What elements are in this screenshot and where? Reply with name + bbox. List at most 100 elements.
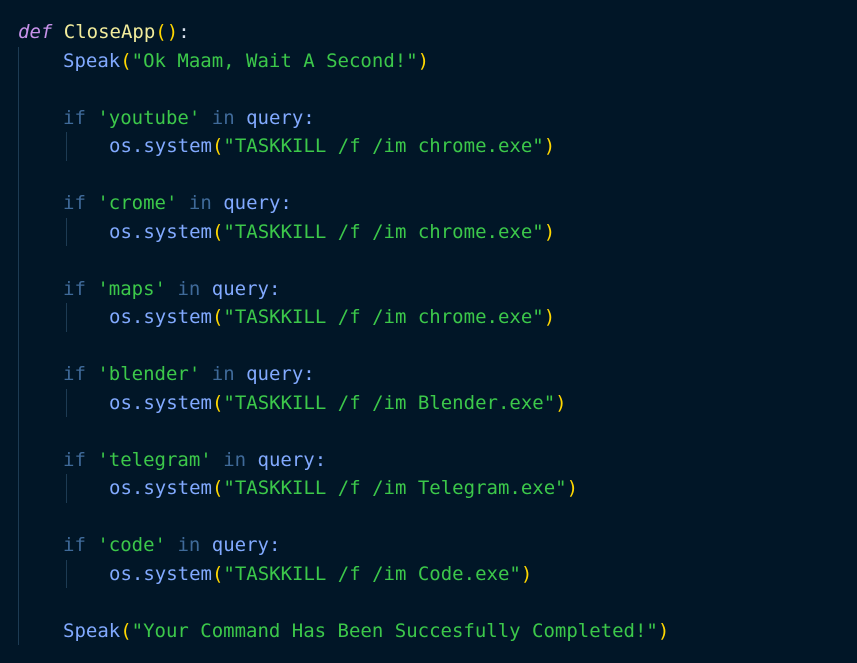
speak-start-string: "Ok Maam, Wait A Second!" [131, 49, 418, 72]
if-keyword: if [63, 106, 86, 129]
indent-guide [66, 303, 67, 332]
code-line-if: if 'blender' in query: [0, 360, 857, 389]
os-system-call: os.system [109, 135, 212, 157]
paren-open: ( [211, 306, 224, 328]
indent-guide [18, 445, 19, 474]
paren-close: ) [657, 619, 670, 642]
if-keyword: if [63, 277, 86, 300]
code-line-os-system: os.system("TASKKILL /f /im chrome.exe") [0, 132, 857, 161]
indent-guide [18, 588, 19, 617]
indent-guide [18, 132, 19, 161]
os-system-call: os.system [109, 220, 212, 243]
if-key-string: 'crome' [97, 192, 178, 214]
paren-open: ( [211, 391, 224, 414]
blank-line [0, 160, 857, 189]
indent-guide [18, 531, 19, 560]
indent-guide [18, 103, 19, 132]
speak-call: Speak [63, 49, 121, 72]
if-key-string: 'code' [97, 534, 166, 556]
in-keyword: in [211, 106, 235, 129]
query-var: query [211, 277, 269, 300]
code-editor[interactable]: def CloseApp(): Speak("Ok Maam, Wait A S… [0, 0, 857, 663]
taskkill-string: "TASKKILL /f /im Telegram.exe" [223, 477, 567, 499]
indent-guide [18, 217, 19, 246]
in-keyword: in [188, 192, 212, 214]
indent-guide [66, 132, 67, 161]
os-system-call: os.system [109, 477, 212, 499]
code-line-os-system: os.system("TASKKILL /f /im chrome.exe") [0, 303, 857, 332]
paren-open: ( [211, 562, 224, 585]
indent-guide [66, 474, 67, 503]
code-line-if: if 'crome' in query: [0, 189, 857, 218]
os-system-call: os.system [109, 562, 212, 585]
indent-guide [18, 246, 19, 275]
blank-line [0, 502, 857, 531]
blank-line [0, 331, 857, 360]
paren-open: ( [211, 135, 224, 157]
query-var: query [246, 106, 304, 129]
speak-call: Speak [63, 619, 121, 642]
indent-guide [18, 160, 19, 189]
paren-open: ( [211, 220, 224, 243]
code-line-if: if 'telegram' in query: [0, 445, 857, 474]
in-keyword: in [177, 534, 201, 556]
colon: : [303, 363, 315, 385]
speak-end-string: "Your Command Has Been Succesfully Compl… [131, 619, 658, 642]
paren-close: ) [166, 21, 179, 43]
paren-close: ) [543, 220, 556, 243]
indent-guide [18, 331, 19, 360]
taskkill-string: "TASKKILL /f /im chrome.exe" [223, 306, 544, 328]
paren-close: ) [543, 135, 556, 157]
colon: : [268, 534, 281, 556]
indent-guide [66, 388, 67, 417]
if-key-string: 'telegram' [97, 448, 212, 471]
indent-guide [18, 303, 19, 332]
indent-guide [18, 388, 19, 417]
query-var: query [211, 534, 269, 556]
in-keyword: in [223, 448, 247, 471]
indent-guide [18, 75, 19, 104]
paren-close: ) [543, 306, 556, 328]
colon: : [268, 277, 281, 300]
colon: : [280, 192, 292, 214]
if-keyword: if [63, 448, 86, 471]
taskkill-string: "TASKKILL /f /im Code.exe" [223, 562, 521, 585]
in-keyword: in [177, 277, 201, 300]
code-line-if: if 'maps' in query: [0, 274, 857, 303]
indent-guide [18, 474, 19, 503]
blank-line [0, 75, 857, 104]
paren-open: ( [155, 21, 167, 43]
in-keyword: in [211, 363, 235, 385]
indent-guide [66, 559, 67, 588]
os-system-call: os.system [109, 306, 212, 328]
if-keyword: if [63, 363, 86, 385]
query-var: query [223, 192, 281, 214]
indent-guide [66, 217, 67, 246]
indent-guide [18, 417, 19, 446]
code-line-os-system: os.system("TASKKILL /f /im Code.exe") [0, 559, 857, 588]
query-var: query [246, 363, 304, 385]
taskkill-string: "TASKKILL /f /im Blender.exe" [223, 391, 556, 414]
paren-open: ( [120, 49, 132, 72]
paren-open: ( [120, 619, 132, 642]
code-line-speak-end: Speak("Your Command Has Been Succesfully… [0, 616, 857, 645]
os-system-call: os.system [109, 391, 212, 414]
code-line-def: def CloseApp(): [0, 18, 857, 47]
if-key-string: 'maps' [97, 277, 166, 300]
indent-guide [18, 502, 19, 531]
indent-guide [18, 616, 19, 645]
indent-guide [18, 189, 19, 218]
indent-guide [18, 360, 19, 389]
code-line-os-system: os.system("TASKKILL /f /im Telegram.exe"… [0, 474, 857, 503]
code-line-if: if 'youtube' in query: [0, 103, 857, 132]
indent-guide [18, 559, 19, 588]
colon: : [303, 106, 315, 129]
paren-close: ) [566, 477, 579, 499]
code-line-os-system: os.system("TASKKILL /f /im Blender.exe") [0, 388, 857, 417]
indent-guide [18, 274, 19, 303]
paren-close: ) [417, 49, 430, 72]
if-key-string: 'youtube' [97, 106, 201, 129]
indent-guide [18, 46, 19, 75]
paren-open: ( [211, 477, 224, 499]
if-keyword: if [63, 534, 86, 556]
